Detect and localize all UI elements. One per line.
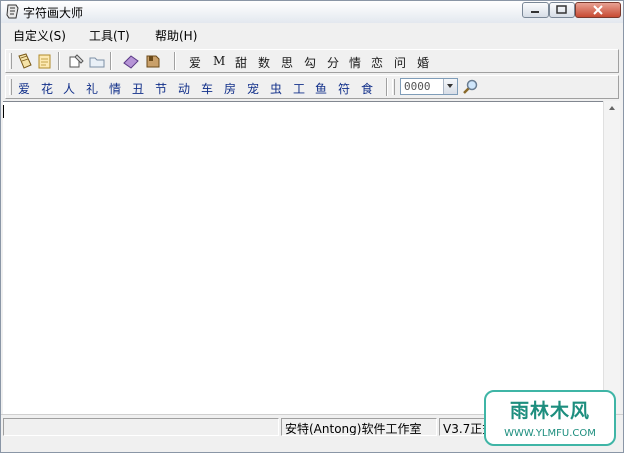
char-button[interactable]: 恋 xyxy=(371,54,383,71)
combo-dropdown-button[interactable] xyxy=(443,79,457,94)
char-button[interactable]: 思 xyxy=(281,54,293,71)
char-button[interactable]: 情 xyxy=(109,80,121,97)
magnifier-icon[interactable] xyxy=(462,79,480,96)
watermark-logo: 雨林木风 WWW.YLMFU.COM xyxy=(484,390,616,446)
folder-icon[interactable] xyxy=(88,53,106,70)
status-version: V3.7正式 xyxy=(439,418,489,436)
char-button[interactable]: 鱼 xyxy=(315,80,327,97)
scroll-up-icon[interactable] xyxy=(604,101,620,115)
toolbar-main: 爱 M 甜 数 思 勾 分 情 恋 问 婚 xyxy=(5,49,619,73)
menu-bar: 自定义(S) 工具(T) 帮助(H) xyxy=(1,23,623,43)
maximize-button[interactable] xyxy=(549,2,575,18)
menu-help[interactable]: 帮助(H) xyxy=(155,27,197,44)
char-button[interactable]: 问 xyxy=(394,54,406,71)
watermark-title: 雨林木风 xyxy=(509,400,590,422)
char-button[interactable]: 甜 xyxy=(235,54,247,71)
toolbar-separator xyxy=(386,78,388,96)
char-button[interactable]: 分 xyxy=(327,54,339,71)
char-button[interactable]: 爱 xyxy=(189,54,201,71)
toolbar-separator xyxy=(58,52,60,70)
title-bar[interactable]: 字符画大师 xyxy=(1,1,623,24)
char-button[interactable]: 人 xyxy=(63,80,75,97)
char-button[interactable]: 虫 xyxy=(270,80,282,97)
close-button[interactable] xyxy=(575,2,621,18)
paint-icon[interactable] xyxy=(68,53,86,70)
char-button[interactable]: 动 xyxy=(178,80,190,97)
char-button[interactable]: 食 xyxy=(361,80,373,97)
toolbar-grip[interactable] xyxy=(9,79,12,95)
toolbar-grip[interactable] xyxy=(9,53,12,69)
char-button[interactable]: 节 xyxy=(155,80,167,97)
menu-custom[interactable]: 自定义(S) xyxy=(13,27,66,44)
app-icon xyxy=(6,4,19,19)
chevron-down-icon xyxy=(447,84,453,88)
eraser-icon[interactable] xyxy=(122,53,140,70)
char-button[interactable]: 房 xyxy=(224,80,236,97)
combo-value: 0000 xyxy=(404,80,431,93)
maximize-icon xyxy=(556,5,567,14)
watermark-url: WWW.YLMFU.COM xyxy=(504,428,596,439)
char-button[interactable]: 数 xyxy=(258,54,270,71)
status-panel-main xyxy=(3,418,279,436)
open-icon[interactable] xyxy=(16,53,34,70)
text-caret xyxy=(3,105,4,118)
minimize-icon xyxy=(531,11,539,13)
minimize-button[interactable] xyxy=(522,2,549,18)
char-button[interactable]: 宠 xyxy=(247,80,259,97)
toolbar-grip[interactable] xyxy=(392,79,395,95)
char-button[interactable]: 爱 xyxy=(18,80,30,97)
close-icon xyxy=(593,5,603,15)
status-studio: 安特(Antong)软件工作室 xyxy=(281,418,437,436)
char-button[interactable]: 工 xyxy=(293,80,305,97)
app-window: 字符画大师 自定义(S) 工具(T) 帮助(H) 爱 M 甜 数 思 勾 分 情… xyxy=(0,0,624,453)
bookmark-icon[interactable] xyxy=(144,53,162,70)
char-button[interactable]: 勾 xyxy=(304,54,316,71)
vertical-scrollbar[interactable] xyxy=(603,101,620,413)
char-button[interactable]: 礼 xyxy=(86,80,98,97)
char-button[interactable]: 情 xyxy=(349,54,361,71)
text-editor[interactable] xyxy=(3,101,603,414)
char-button[interactable]: 花 xyxy=(41,80,53,97)
char-button[interactable]: 丑 xyxy=(132,80,144,97)
toolbar-chars: 爱 花 人 礼 情 丑 节 动 车 房 宠 虫 工 鱼 符 食 0000 xyxy=(5,75,619,99)
char-button[interactable]: 婚 xyxy=(417,54,429,71)
save-icon[interactable] xyxy=(36,53,54,70)
size-combo[interactable]: 0000 xyxy=(400,78,458,95)
char-button[interactable]: 车 xyxy=(201,80,213,97)
toolbar-separator xyxy=(174,52,176,70)
char-button[interactable]: 符 xyxy=(338,80,350,97)
window-title: 字符画大师 xyxy=(23,6,84,20)
menu-tools[interactable]: 工具(T) xyxy=(89,27,130,44)
char-button[interactable]: M xyxy=(213,54,225,68)
toolbar-separator xyxy=(110,52,112,70)
